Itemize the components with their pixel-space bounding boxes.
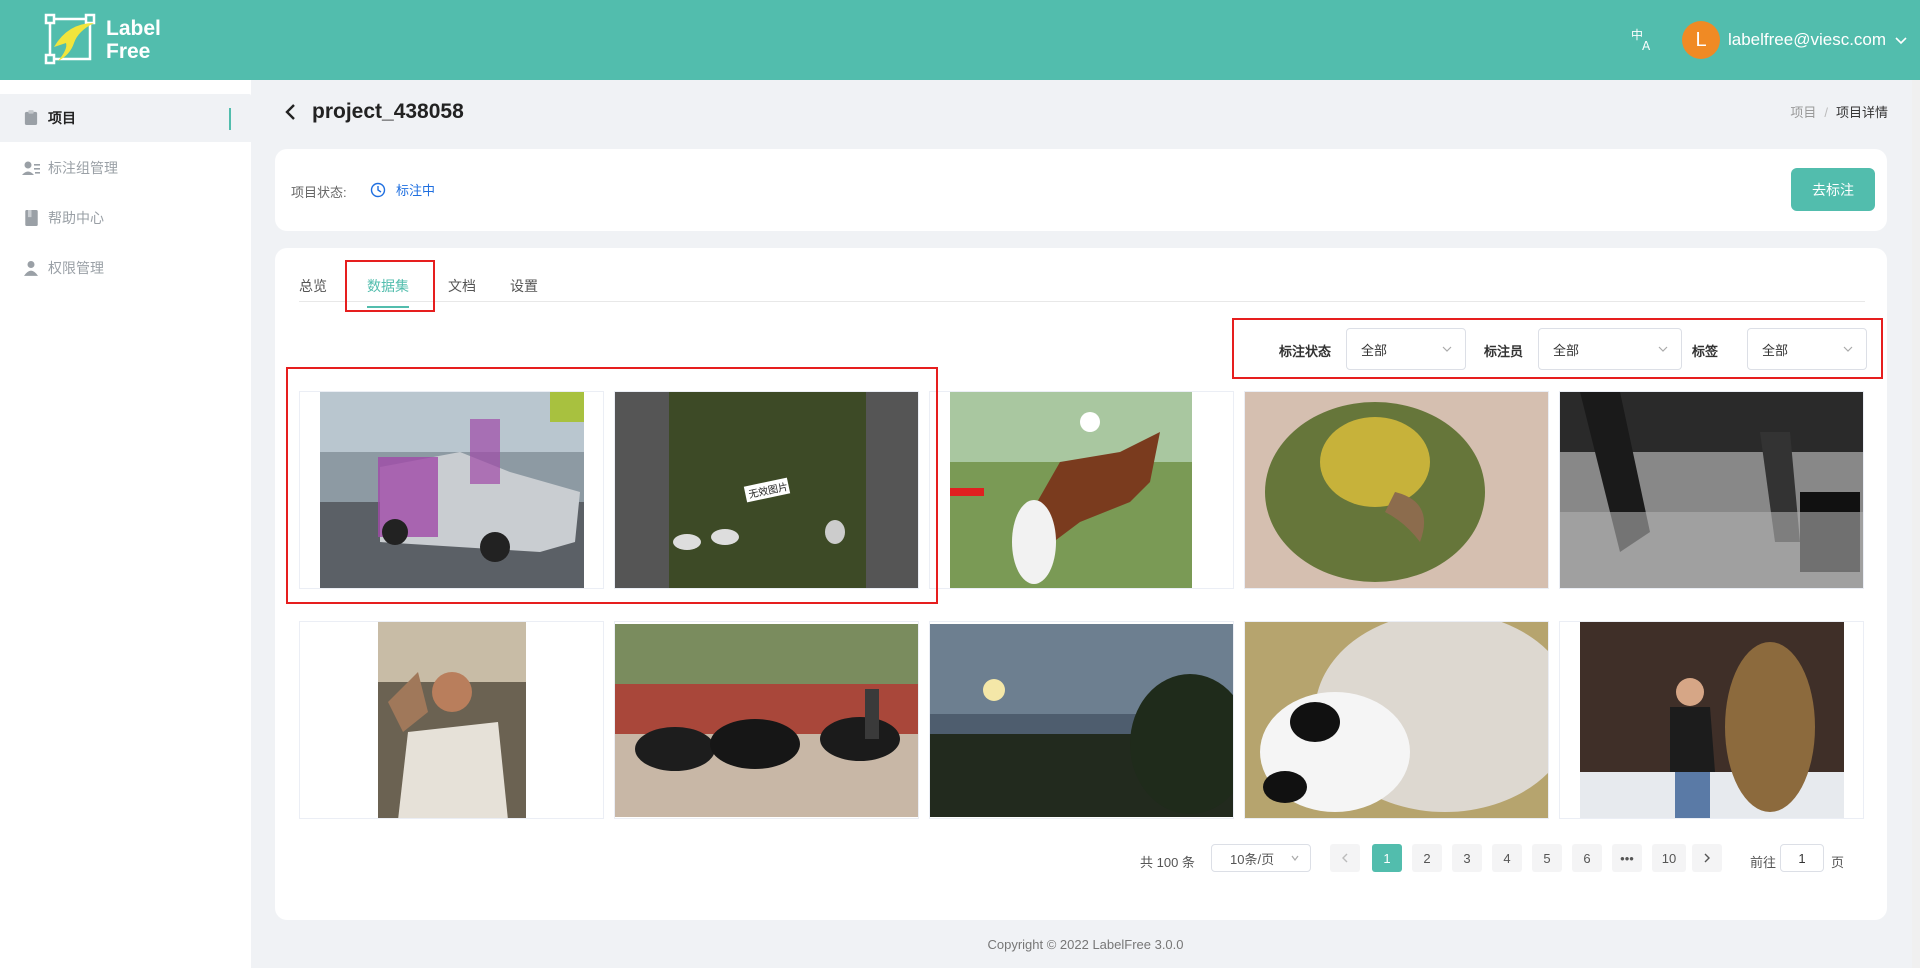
page-button[interactable]: 5 xyxy=(1532,844,1562,872)
footer-copyright: Copyright © 2022 LabelFree 3.0.0 xyxy=(987,937,1184,952)
clock-icon xyxy=(370,182,386,197)
avatar[interactable]: L xyxy=(1682,21,1720,59)
select-value: 10条/页 xyxy=(1230,851,1275,867)
breadcrumb-item-current: 项目详情 xyxy=(1835,105,1888,120)
page-button[interactable]: 10 xyxy=(1652,844,1686,872)
goto-label: 前往 xyxy=(1750,855,1777,870)
filter-label-annotator: 标注员 xyxy=(1484,344,1524,359)
page-button[interactable]: 2 xyxy=(1412,844,1442,872)
select-value: 全部 xyxy=(1762,342,1789,358)
filter-label-tag: 标签 xyxy=(1692,344,1719,359)
image-thumbnail[interactable] xyxy=(1559,621,1864,819)
page-button[interactable]: 1 xyxy=(1372,844,1402,872)
next-page-button[interactable] xyxy=(1692,844,1722,872)
tab-bar: 总览 数据集 文档 设置 xyxy=(299,270,1865,308)
page-scrollbar[interactable] xyxy=(1912,80,1920,968)
sidebar-item-label: 权限管理 xyxy=(48,260,104,276)
status-value: 标注中 xyxy=(396,183,436,198)
logo-text-line2: Free xyxy=(106,40,151,63)
annotation-status-select[interactable]: 全部 xyxy=(1346,328,1466,370)
breadcrumb-separator: / xyxy=(1824,105,1828,120)
thumbnail-image xyxy=(930,392,1233,588)
sidebar-item-help-center[interactable]: 帮助中心 xyxy=(0,194,251,242)
user-menu[interactable]: L labelfree@viesc.com xyxy=(1682,20,1908,60)
sidebar-item-label: 标注组管理 xyxy=(48,160,118,176)
breadcrumb-item-projects[interactable]: 项目 xyxy=(1790,105,1816,120)
select-value: 全部 xyxy=(1553,342,1580,358)
total-count: 共 100 条 xyxy=(1140,855,1195,870)
tab-highlight-box xyxy=(345,260,435,312)
start-annotation-button[interactable]: 去标注 xyxy=(1791,168,1875,211)
thumbnail-image xyxy=(615,624,918,817)
image-thumbnail[interactable] xyxy=(614,621,919,819)
chevron-left-icon xyxy=(1342,853,1348,863)
dataset-panel: 总览 数据集 文档 设置 标注状态 全部 标注员 全部 标签 全部 无效图片 共… xyxy=(275,248,1887,920)
sidebar-item-permissions[interactable]: 权限管理 xyxy=(0,244,251,292)
logo-text-line1: Label xyxy=(106,17,161,40)
chevron-down-icon xyxy=(1291,855,1299,861)
sidebar-item-label: 帮助中心 xyxy=(48,210,104,226)
chevron-right-icon xyxy=(1704,853,1710,863)
image-thumbnail[interactable] xyxy=(929,391,1234,589)
users-list-icon xyxy=(22,159,40,177)
image-thumbnail[interactable] xyxy=(1559,391,1864,589)
book-icon xyxy=(22,209,40,227)
thumbnail-image xyxy=(1560,392,1863,588)
breadcrumb: 项目 / 项目详情 xyxy=(1790,102,1888,121)
chevron-down-icon xyxy=(1658,346,1668,352)
thumbnail-image xyxy=(930,624,1233,817)
tag-select[interactable]: 全部 xyxy=(1747,328,1867,370)
clipboard-icon xyxy=(22,109,40,127)
image-thumbnail[interactable] xyxy=(1244,621,1549,819)
image-thumbnail[interactable] xyxy=(929,621,1234,819)
app-logo[interactable]: Label Free xyxy=(44,12,174,68)
project-status-card: 项目状态: 标注中 去标注 xyxy=(275,149,1887,231)
sidebar-item-label: 项目 xyxy=(48,110,76,126)
page-button[interactable]: 4 xyxy=(1492,844,1522,872)
sidebar-item-projects[interactable]: 项目 xyxy=(0,94,251,142)
image-thumbnail[interactable] xyxy=(299,621,604,819)
status-label: 项目状态: xyxy=(291,185,347,200)
thumbnail-image xyxy=(1580,622,1844,818)
filter-label-status: 标注状态 xyxy=(1279,344,1332,359)
thumbnail-image xyxy=(1245,622,1548,818)
tab-settings[interactable]: 设置 xyxy=(510,276,538,296)
page-header: project_438058 xyxy=(282,100,464,124)
logo-icon xyxy=(44,13,96,65)
prev-page-button[interactable] xyxy=(1330,844,1360,872)
filter-bar: 标注状态 全部 标注员 全部 标签 全部 xyxy=(1232,318,1883,379)
user-icon xyxy=(22,259,40,277)
chevron-down-icon[interactable] xyxy=(1894,33,1908,47)
page-button[interactable]: 6 xyxy=(1572,844,1602,872)
page-title: project_438058 xyxy=(312,100,464,123)
goto-suffix: 页 xyxy=(1831,855,1845,870)
back-arrow-icon[interactable] xyxy=(282,103,300,121)
user-email[interactable]: labelfree@viesc.com xyxy=(1728,30,1886,50)
goto-page-input[interactable] xyxy=(1780,844,1824,872)
select-value: 全部 xyxy=(1361,342,1388,358)
image-thumbnail[interactable] xyxy=(1244,391,1549,589)
annotator-select[interactable]: 全部 xyxy=(1538,328,1682,370)
thumbnail-highlight-box xyxy=(286,367,938,604)
chevron-down-icon xyxy=(1442,346,1452,352)
sidebar-item-annotation-groups[interactable]: 标注组管理 xyxy=(0,144,251,192)
translate-icon[interactable]: 中 A xyxy=(1630,26,1656,53)
status-badge: 标注中 xyxy=(370,180,435,199)
top-header: Label Free 中 A L labelfree@viesc.com xyxy=(0,0,1920,80)
tab-overview[interactable]: 总览 xyxy=(299,276,327,296)
thumbnail-image xyxy=(378,622,526,818)
page-size-select[interactable]: 10条/页 xyxy=(1211,844,1311,872)
pagination: 共 100 条 10条/页 1 2 3 4 5 6 ••• 10 前往 页 xyxy=(275,844,1887,874)
sidebar: 项目 标注组管理 帮助中心 权限管理 xyxy=(0,80,251,968)
more-pages-button[interactable]: ••• xyxy=(1612,844,1642,872)
svg-text:A: A xyxy=(1642,39,1651,52)
chevron-down-icon xyxy=(1843,346,1853,352)
page-button[interactable]: 3 xyxy=(1452,844,1482,872)
thumbnail-image xyxy=(1245,392,1548,588)
tab-documents[interactable]: 文档 xyxy=(448,276,476,296)
